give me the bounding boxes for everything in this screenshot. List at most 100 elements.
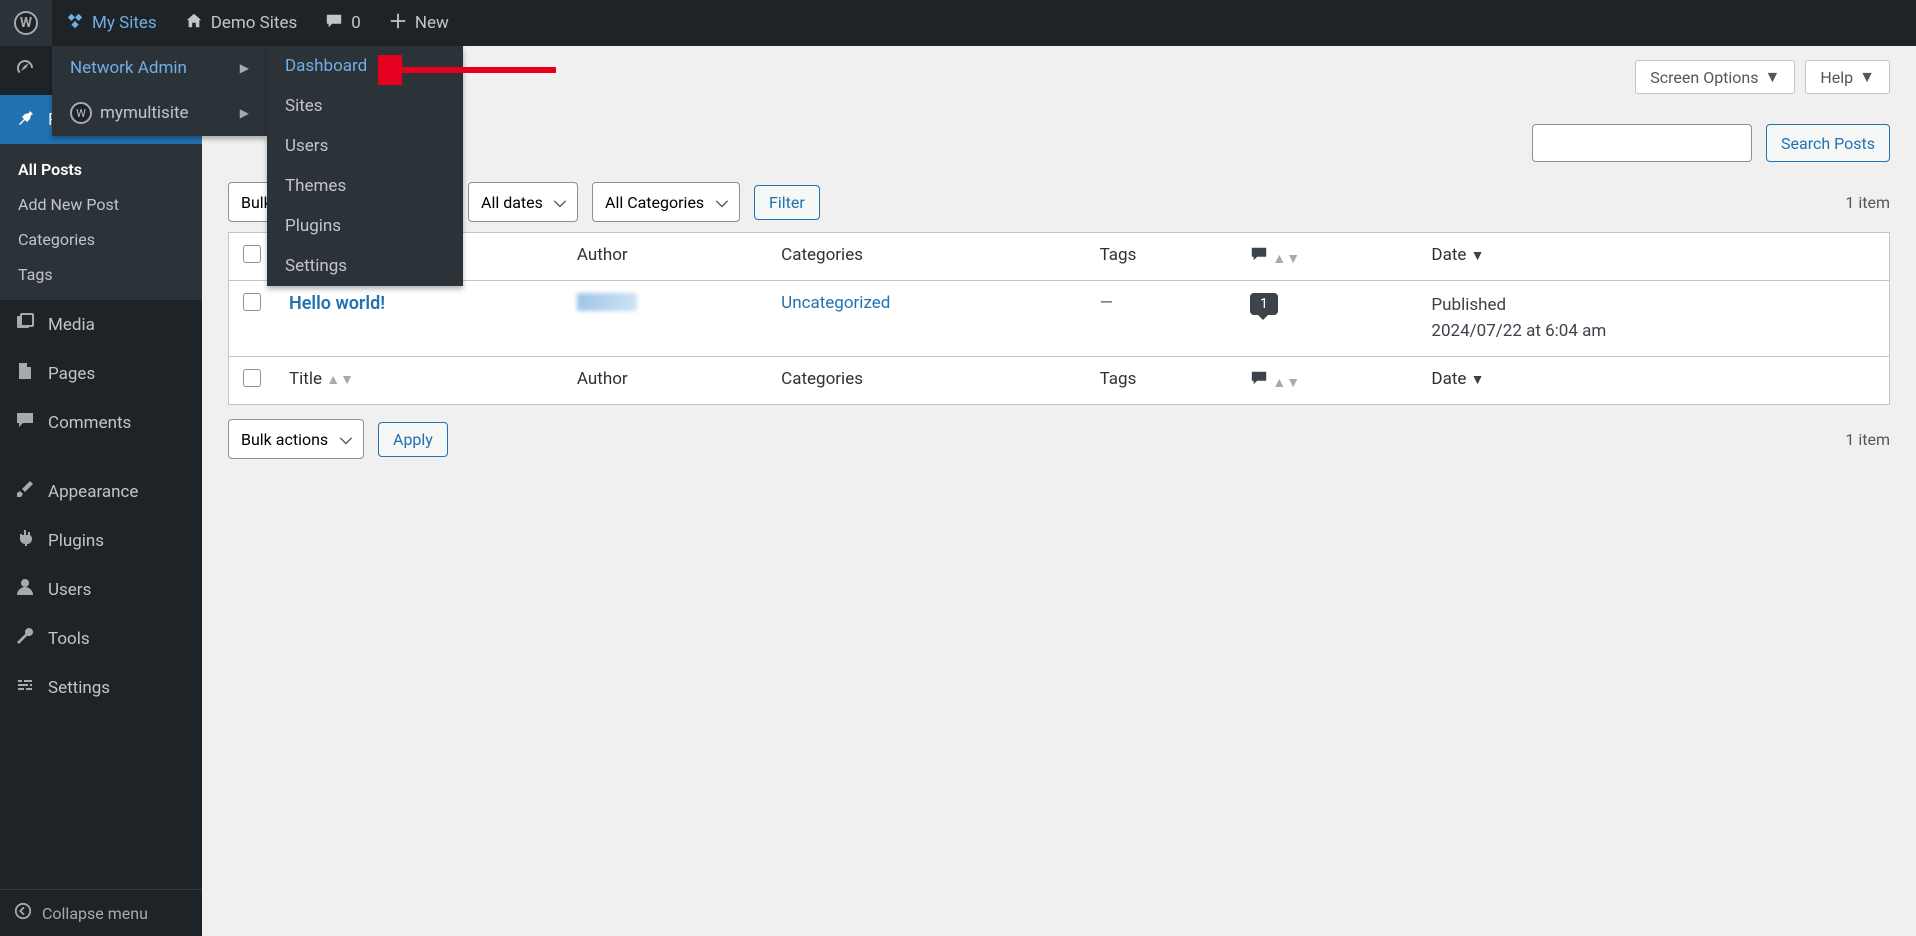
table-footer-row: Title ▲▼ Author Categories Tags ▲▼ Date … [229, 357, 1890, 405]
menu-pages-label: Pages [48, 364, 95, 384]
submenu-tags[interactable]: Tags [0, 257, 202, 292]
menu-comments[interactable]: Comments [0, 398, 202, 447]
search-row: Search Posts [228, 124, 1890, 162]
column-author[interactable]: Author [563, 233, 767, 281]
row-checkbox[interactable] [243, 293, 261, 311]
submenu-sites[interactable]: Sites [267, 86, 463, 126]
submenu-settings[interactable]: Settings [267, 246, 463, 286]
pin-icon [14, 107, 36, 132]
item-count-bottom: 1 item [1845, 430, 1890, 449]
column-date-footer[interactable]: Date ▼ [1417, 357, 1889, 405]
menu-tools[interactable]: Tools [0, 614, 202, 663]
categories-filter-select[interactable]: All Categories [592, 182, 740, 222]
select-all-checkbox-bottom[interactable] [243, 369, 261, 387]
collapse-icon [14, 902, 32, 924]
plug-icon [14, 528, 36, 553]
chevron-right-icon: ▶ [240, 106, 249, 120]
user-icon [14, 577, 36, 602]
author-cell[interactable] [577, 293, 637, 311]
select-all-checkbox-top[interactable] [243, 245, 261, 263]
sliders-icon [14, 675, 36, 700]
category-link[interactable]: Uncategorized [781, 293, 890, 313]
submenu-users[interactable]: Users [267, 126, 463, 166]
caret-down-icon: ▼ [1859, 67, 1875, 87]
wp-logo-menu[interactable]: W [0, 0, 52, 46]
menu-comments-label: Comments [48, 413, 131, 433]
caret-down-icon: ▼ [1765, 67, 1781, 87]
search-posts-button[interactable]: Search Posts [1766, 124, 1890, 162]
column-comments-footer[interactable]: ▲▼ [1236, 357, 1417, 405]
post-title-link[interactable]: Hello world! [289, 293, 385, 314]
media-icon [14, 312, 36, 337]
screen-options-button[interactable]: Screen Options ▼ [1635, 60, 1795, 94]
submenu-plugins[interactable]: Plugins [267, 206, 463, 246]
sort-icon: ▼ [1471, 372, 1485, 388]
plus-icon [389, 12, 407, 35]
network-admin-item[interactable]: Network Admin ▶ [52, 46, 267, 90]
menu-media[interactable]: Media [0, 300, 202, 349]
comments-menu[interactable]: 0 [311, 0, 375, 46]
sort-icon: ▲▼ [326, 372, 354, 388]
comments-icon [14, 410, 36, 435]
comment-icon [1250, 247, 1272, 268]
sort-icon: ▲▼ [1272, 251, 1300, 267]
table-row: Hello world! Uncategorized — 1 Published… [229, 281, 1890, 357]
apply-button[interactable]: Apply [378, 422, 448, 457]
column-comments[interactable]: ▲▼ [1236, 233, 1417, 281]
submenu-themes[interactable]: Themes [267, 166, 463, 206]
menu-pages[interactable]: Pages [0, 349, 202, 398]
comment-count-bubble[interactable]: 1 [1250, 293, 1278, 315]
column-categories[interactable]: Categories [767, 233, 1085, 281]
site-item-mymultisite[interactable]: W mymultisite ▶ [52, 90, 267, 136]
chevron-right-icon: ▶ [240, 61, 249, 75]
submenu-add-new-post[interactable]: Add New Post [0, 187, 202, 222]
column-date[interactable]: Date ▼ [1417, 233, 1889, 281]
my-sites-menu[interactable]: My Sites [52, 0, 171, 46]
new-content-menu[interactable]: New [375, 0, 463, 46]
sort-icon: ▲▼ [1272, 375, 1300, 391]
help-button[interactable]: Help ▼ [1805, 60, 1890, 94]
menu-settings[interactable]: Settings [0, 663, 202, 712]
my-sites-label: My Sites [92, 13, 157, 33]
comments-count: 0 [351, 13, 361, 33]
demo-sites-label: Demo Sites [211, 13, 298, 33]
network-admin-label: Network Admin [70, 58, 187, 78]
item-count-top: 1 item [1845, 193, 1890, 212]
column-tags-footer[interactable]: Tags [1086, 357, 1236, 405]
wrench-icon [14, 626, 36, 651]
column-author-footer[interactable]: Author [563, 357, 767, 405]
brush-icon [14, 479, 36, 504]
comment-icon [1250, 371, 1272, 392]
filter-bar-top: Bulk actions All dates All Categories Fi… [228, 182, 1890, 222]
date-cell: Published 2024/07/22 at 6:04 am [1417, 281, 1889, 357]
search-input[interactable] [1532, 124, 1752, 162]
menu-media-label: Media [48, 315, 95, 335]
menu-appearance[interactable]: Appearance [0, 467, 202, 516]
network-icon [66, 12, 84, 35]
annotation-arrow-icon [378, 55, 558, 85]
admin-sidebar: Posts All Posts Add New Post Categories … [0, 46, 202, 936]
filter-button[interactable]: Filter [754, 185, 820, 220]
column-categories-footer[interactable]: Categories [767, 357, 1085, 405]
menu-plugins-label: Plugins [48, 531, 104, 551]
posts-table: Title ▲▼ Author Categories Tags ▲▼ Date … [228, 232, 1890, 405]
menu-tools-label: Tools [48, 629, 90, 649]
dates-filter-select[interactable]: All dates [468, 182, 578, 222]
sort-icon: ▼ [1471, 248, 1485, 264]
posts-submenu: All Posts Add New Post Categories Tags [0, 144, 202, 300]
submenu-categories[interactable]: Categories [0, 222, 202, 257]
collapse-menu[interactable]: Collapse menu [0, 889, 202, 936]
collapse-label: Collapse menu [42, 904, 148, 923]
column-title-footer[interactable]: Title ▲▼ [275, 357, 563, 405]
menu-users[interactable]: Users [0, 565, 202, 614]
submenu-all-posts[interactable]: All Posts [0, 152, 202, 187]
demo-sites-menu[interactable]: Demo Sites [171, 0, 312, 46]
column-tags[interactable]: Tags [1086, 233, 1236, 281]
help-label: Help [1820, 68, 1853, 87]
comment-icon [325, 12, 343, 35]
home-icon [185, 12, 203, 35]
wordpress-logo-icon: W [14, 11, 38, 35]
filter-bar-bottom: Bulk actions Apply 1 item [228, 419, 1890, 459]
menu-plugins[interactable]: Plugins [0, 516, 202, 565]
bulk-actions-select-bottom[interactable]: Bulk actions [228, 419, 364, 459]
